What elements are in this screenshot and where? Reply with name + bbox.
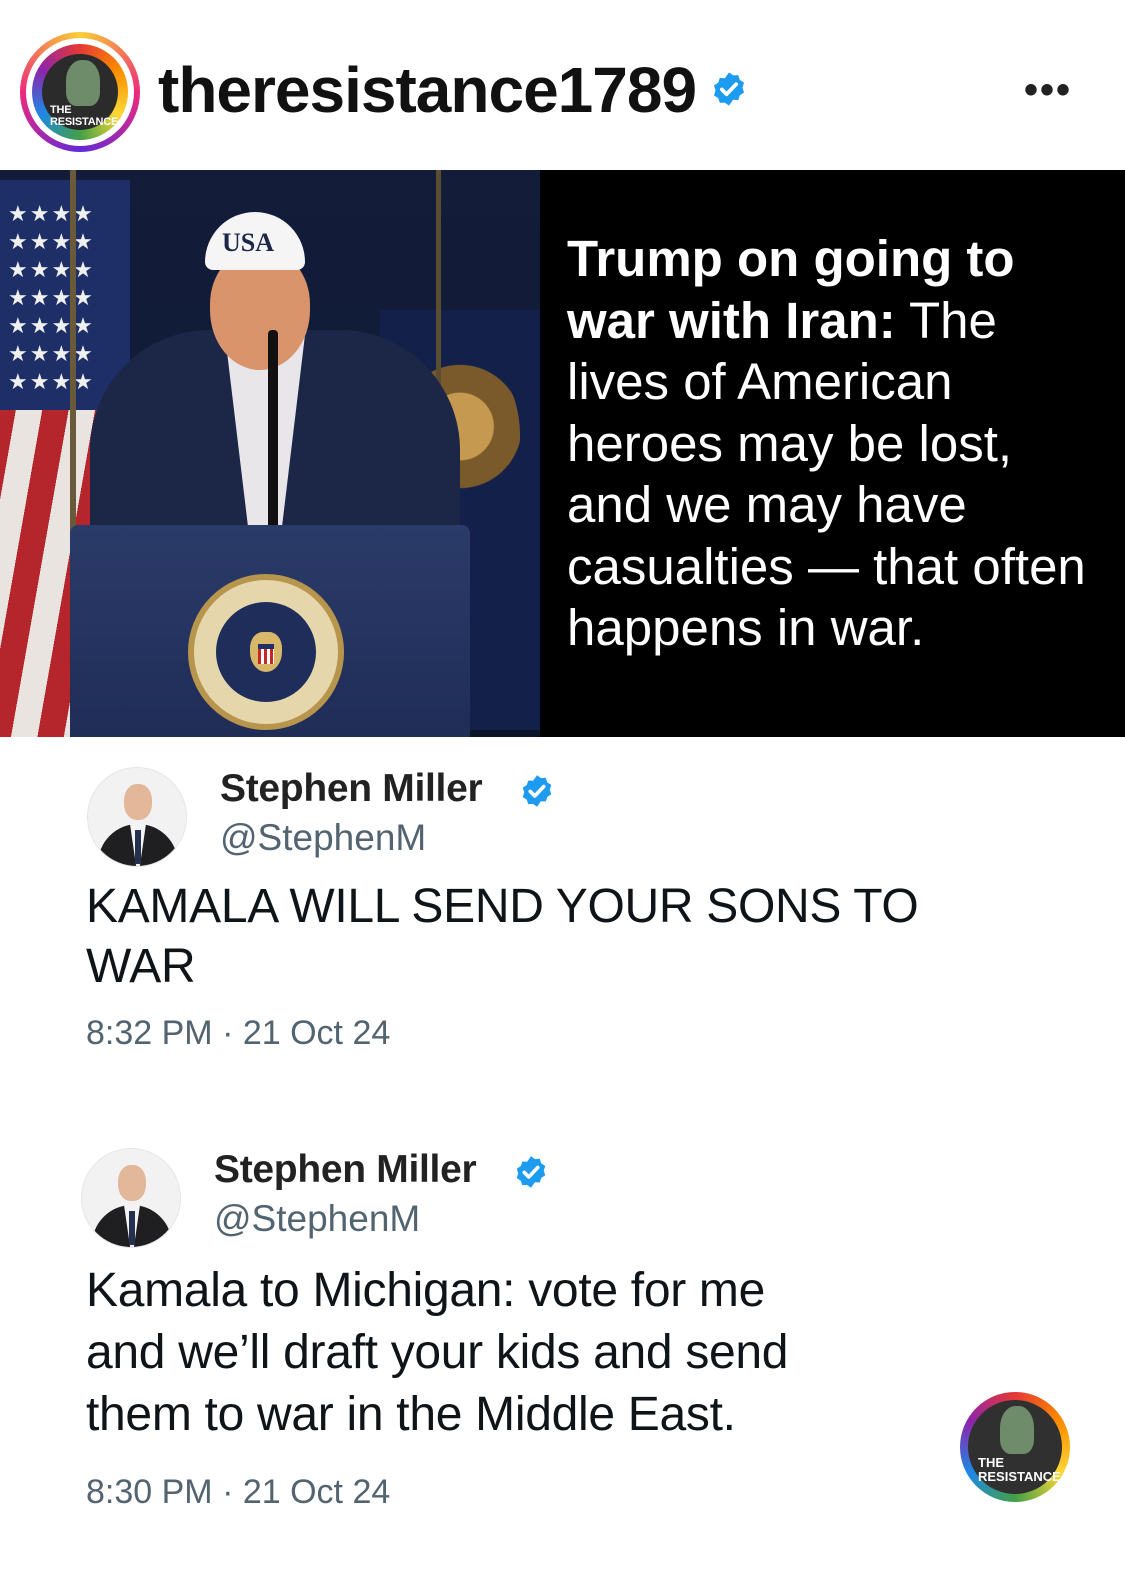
more-options-icon[interactable]: ••• — [1024, 70, 1072, 110]
speaker-photo: ★★★★ ★★★★ ★★★★ ★★★★ ★★★★ ★★★★ ★★★★ USA — [0, 170, 540, 737]
tweet-card: Stephen Miller @StephenM Kamala to Michi… — [0, 1110, 1125, 1580]
tweet-timestamp[interactable]: 8:32 PM · 21 Oct 24 — [86, 1013, 390, 1053]
verified-badge-icon — [713, 72, 745, 106]
tweet-avatar[interactable] — [81, 1148, 181, 1248]
cap-text: USA — [222, 228, 275, 257]
verified-badge-icon — [516, 1156, 546, 1188]
profile-username[interactable]: theresistance1789 — [158, 52, 697, 128]
tweet-text-line: WAR — [86, 940, 196, 993]
tweet-timestamp[interactable]: 8:30 PM · 21 Oct 24 — [86, 1472, 390, 1512]
avatar-logo-text-resistance: RESISTANCE — [50, 116, 119, 128]
tweet-card: Stephen Miller @StephenM KAMALA WILL SEN… — [0, 737, 1125, 1077]
presidential-seal — [188, 574, 344, 730]
quote-text: Trump on going to war with Iran: The liv… — [567, 228, 1107, 659]
profile-avatar[interactable]: THE RESISTANCE — [20, 32, 140, 152]
tweet-author-name[interactable]: Stephen Miller — [220, 767, 483, 811]
tweet-text-line: and we’ll draft your kids and send — [86, 1326, 789, 1379]
watermark-logo: THE RESISTANCE — [960, 1392, 1070, 1502]
post-header: THE RESISTANCE theresistance1789 ••• — [0, 0, 1125, 170]
watermark-text-resistance: RESISTANCE — [978, 1469, 1061, 1484]
tweet-author-handle[interactable]: @StephenM — [220, 817, 426, 859]
avatar-logo-image: THE RESISTANCE — [32, 44, 128, 140]
tweet-author-name[interactable]: Stephen Miller — [214, 1148, 477, 1192]
tweet-text-line: Kamala to Michigan: vote for me — [86, 1264, 766, 1317]
verified-badge-icon — [522, 775, 552, 807]
watermark-text-the: THE — [978, 1455, 1004, 1470]
tweet-text-line: KAMALA WILL SEND YOUR SONS TO — [86, 880, 919, 933]
avatar-logo-text-the: THE — [50, 104, 72, 116]
tweet-text: Kamala to Michigan: vote for me and we’l… — [86, 1260, 789, 1446]
post-image[interactable]: ★★★★ ★★★★ ★★★★ ★★★★ ★★★★ ★★★★ ★★★★ USA Trump o… — [0, 170, 1125, 737]
tweet-text: KAMALA WILL SEND YOUR SONS TO WAR — [86, 877, 919, 997]
tweet-avatar[interactable] — [87, 767, 187, 867]
tweet-author-handle[interactable]: @StephenM — [214, 1198, 420, 1240]
microphone — [268, 330, 278, 530]
tweet-text-line: them to war in the Middle East. — [86, 1388, 736, 1441]
